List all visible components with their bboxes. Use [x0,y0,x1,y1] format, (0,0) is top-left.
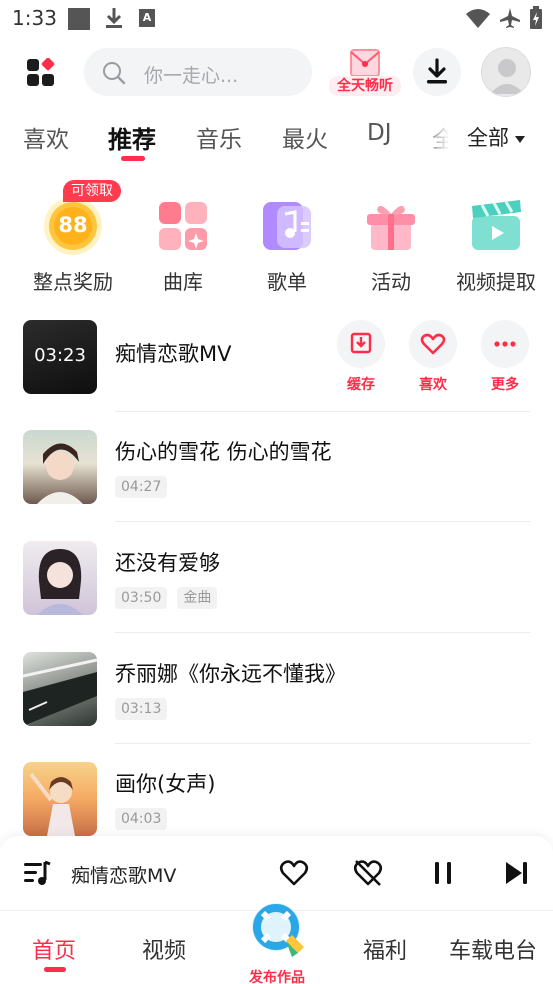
claimable-badge: 可领取 [63,180,121,202]
playlist-queue-icon[interactable] [22,858,52,888]
all-categories-label: 全部 [467,126,509,150]
more-label: 更多 [491,377,519,393]
like-label: 喜欢 [419,377,447,393]
song-title: 痴情恋歌MV [115,342,232,366]
list-item[interactable]: 伤心的雪花 伤心的雪花 04:27 [0,430,553,540]
pause-icon[interactable] [428,858,458,888]
entry-video-extract-label: 视频提取 [456,270,536,294]
tab-dj[interactable]: DJ [367,120,392,146]
accessibility-icon: A [139,9,155,27]
status-bar: 1:33 A [0,0,553,38]
notification-square-icon [68,8,90,30]
coin-icon: 88 [43,196,103,256]
download-notification-icon [106,8,122,28]
bottom-navigation: 首页 视频 发布作品 福利 车载电台 [0,903,553,984]
battery-icon [530,6,542,29]
song-cover [23,430,97,504]
airplane-icon [500,8,520,28]
playlist-icon [257,196,317,256]
search-icon [103,62,126,85]
gift-icon [361,196,421,256]
publish-label: 发布作品 [249,970,305,984]
all-day-listen-label: 全天畅听 [329,76,401,96]
active-tab-indicator [121,156,145,161]
song-cover [23,652,97,726]
user-avatar[interactable] [481,47,531,97]
song-cover: 03:23 [23,320,97,394]
divider [115,521,530,522]
publish-lifebuoy-icon [252,903,304,957]
nav-welfare[interactable]: 福利 [363,933,407,965]
list-item[interactable]: 03:23 痴情恋歌MV 缓存 喜欢 更多 [0,320,553,430]
entry-playlist-label: 歌单 [267,270,307,294]
tab-music[interactable]: 音乐 [196,120,242,154]
song-cover [23,541,97,615]
duration-chip: 03:50 [115,587,168,609]
nav-video[interactable]: 视频 [142,933,186,965]
like-button[interactable]: 喜欢 [408,320,458,394]
search-placeholder: 你一走心... [144,65,239,87]
app-logo-icon[interactable] [26,58,56,88]
duration-chip: 04:27 [115,476,168,498]
all-categories-dropdown[interactable]: 全部 [467,122,525,152]
divider [115,411,530,412]
cache-button[interactable]: 缓存 [336,320,386,394]
dropdown-arrow-icon [515,135,525,143]
all-day-listen-button[interactable]: 全天畅听 [329,46,401,98]
list-item[interactable]: 还没有爱够 03:50 金曲 [0,541,553,651]
more-button[interactable]: 更多 [480,320,530,394]
tag-chip: 金曲 [177,587,218,609]
divider [115,632,530,633]
song-title: 画你(女声) [115,772,216,796]
library-icon [153,196,213,256]
tab-fade [420,112,448,164]
wifi-icon [466,9,490,28]
cache-icon [350,332,372,354]
user-placeholder-icon [490,59,524,94]
dislike-heart-icon[interactable] [353,858,383,888]
search-input[interactable]: 你一走心... [84,48,312,96]
entry-hourly-reward-label: 整点奖励 [33,270,113,294]
tab-hottest[interactable]: 最火 [282,120,328,154]
entry-activity[interactable]: 活动 [341,196,441,295]
nav-car-radio[interactable]: 车载电台 [449,933,537,965]
top-header: 你一走心... 全天畅听 [0,44,553,100]
coin-value: 88 [58,213,88,237]
song-title: 伤心的雪花 伤心的雪花 [115,440,332,464]
divider [115,743,530,744]
clapperboard-icon [466,196,526,256]
duration-chip: 03:13 [115,698,168,720]
tab-favorite[interactable]: 喜欢 [23,120,69,154]
heart-icon [420,333,446,355]
nav-home[interactable]: 首页 [32,933,76,965]
entry-hourly-reward[interactable]: 88 整点奖励 [23,196,123,295]
category-tabs: 喜欢 推荐 音乐 最火 DJ 全 全部 [0,112,553,164]
nav-active-indicator [44,967,66,972]
cache-label: 缓存 [347,377,375,393]
song-title: 还没有爱够 [115,551,220,575]
download-button[interactable] [413,48,461,96]
entry-video-extract[interactable]: 视频提取 [446,196,546,295]
tab-recommend[interactable]: 推荐 [108,120,156,155]
more-dots-icon [494,341,516,347]
next-track-icon[interactable] [502,858,532,888]
song-cover [23,762,97,836]
heart-icon[interactable] [279,858,309,888]
nav-publish[interactable]: 发布作品 [240,899,314,984]
tab-scroll: 喜欢 推荐 音乐 最火 DJ 全 [0,112,448,164]
player-song-title: 痴情恋歌MV [71,865,177,887]
quick-entries: 88 整点奖励 可领取 曲库 歌单 活动 视频提取 [0,180,553,300]
status-time: 1:33 [12,6,57,30]
entry-activity-label: 活动 [371,270,411,294]
song-title: 乔丽娜《你永远不懂我》 [115,662,346,686]
video-duration: 03:23 [34,345,86,366]
list-item[interactable]: 乔丽娜《你永远不懂我》 03:13 [0,652,553,762]
entry-library[interactable]: 曲库 [133,196,233,295]
download-icon [427,58,447,84]
duration-chip: 04:03 [115,808,168,830]
entry-library-label: 曲库 [163,270,203,294]
entry-playlist[interactable]: 歌单 [237,196,337,295]
